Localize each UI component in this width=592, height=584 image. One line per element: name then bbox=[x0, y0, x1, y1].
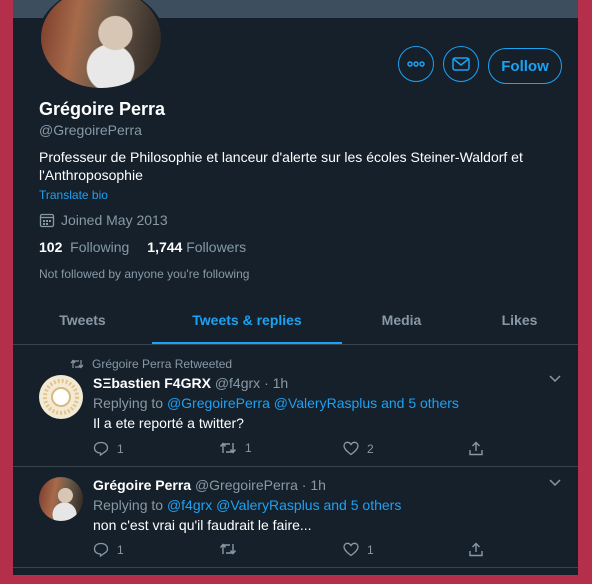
profile-name: Grégoire Perra bbox=[39, 99, 166, 119]
avatar[interactable] bbox=[39, 477, 83, 521]
replying-to-users[interactable]: @f4grx @ValeryRasplus and 5 others bbox=[167, 497, 401, 513]
reply-count: 1 bbox=[117, 441, 124, 456]
follow-stats: 102 Following 1,744 Followers bbox=[39, 239, 246, 255]
like-button[interactable]: 2 bbox=[343, 441, 374, 456]
envelope-icon bbox=[452, 57, 470, 71]
tweet-header: Grégoire Perra @GregoirePerra · 1h bbox=[93, 477, 326, 493]
reply-button[interactable]: 1 bbox=[93, 542, 124, 557]
followers-label: Followers bbox=[186, 239, 247, 255]
tab-tweets[interactable]: Tweets bbox=[13, 296, 152, 344]
following-count: 102 bbox=[39, 239, 63, 255]
calendar-icon bbox=[39, 213, 55, 228]
tweet-time[interactable]: · 1h bbox=[302, 477, 326, 493]
share-button[interactable] bbox=[469, 542, 483, 557]
profile-tabs: Tweets Tweets & replies Media Likes bbox=[13, 296, 578, 345]
like-count: 2 bbox=[367, 441, 374, 456]
following-label: Following bbox=[70, 239, 130, 255]
replying-to-label: Replying to bbox=[93, 395, 164, 411]
ellipsis-icon bbox=[407, 61, 425, 67]
follow-button[interactable]: Follow bbox=[488, 48, 562, 84]
reply-button[interactable]: 1 bbox=[93, 441, 124, 456]
tab-media[interactable]: Media bbox=[342, 296, 461, 344]
tweet-text: Il a ete reporté a twitter? bbox=[93, 415, 244, 431]
following-link[interactable]: 102 Following bbox=[39, 239, 129, 255]
share-button[interactable] bbox=[469, 441, 483, 456]
replying-to: Replying to @GregoirePerra @ValeryRasplu… bbox=[93, 395, 459, 411]
tweet[interactable]: Grégoire Perra Retweeted SΞbastien F4GRX… bbox=[13, 345, 578, 467]
share-icon bbox=[469, 542, 483, 557]
profile-handle: @GregoirePerra bbox=[39, 122, 142, 138]
retweet-button[interactable]: 1 bbox=[219, 441, 252, 455]
replying-to: Replying to @f4grx @ValeryRasplus and 5 … bbox=[93, 497, 401, 513]
followers-count: 1,744 bbox=[147, 239, 183, 255]
joined-date: Joined May 2013 bbox=[39, 212, 168, 228]
tab-likes[interactable]: Likes bbox=[461, 296, 578, 344]
retweet-count: 1 bbox=[245, 441, 252, 455]
like-count: 1 bbox=[367, 542, 374, 557]
followers-link[interactable]: 1,744 Followers bbox=[147, 239, 246, 255]
reply-icon bbox=[93, 542, 109, 557]
translate-bio-link[interactable]: Translate bio bbox=[39, 188, 108, 202]
tweet-header: SΞbastien F4GRX @f4grx · 1h bbox=[93, 375, 288, 391]
profile-page: Follow Grégoire Perra @GregoirePerra Pro… bbox=[13, 0, 578, 575]
retweet-context-text: Grégoire Perra Retweeted bbox=[92, 357, 233, 371]
heart-icon bbox=[343, 542, 359, 557]
avatar[interactable] bbox=[39, 375, 83, 419]
chevron-down-icon[interactable] bbox=[549, 375, 561, 383]
heart-icon bbox=[343, 441, 359, 456]
profile-avatar[interactable] bbox=[37, 0, 165, 92]
like-button[interactable]: 1 bbox=[343, 542, 374, 557]
not-followed-note: Not followed by anyone you're following bbox=[39, 267, 250, 281]
tweet-handle[interactable]: @GregoirePerra bbox=[195, 477, 298, 493]
reply-icon bbox=[93, 441, 109, 456]
more-options-button[interactable] bbox=[398, 46, 434, 82]
tweet-text: non c'est vrai qu'il faudrait le faire..… bbox=[93, 517, 312, 533]
retweet-button[interactable] bbox=[219, 542, 245, 556]
retweet-context: Grégoire Perra Retweeted bbox=[70, 357, 232, 371]
avatar-pattern bbox=[43, 379, 79, 415]
share-icon bbox=[469, 441, 483, 456]
tab-tweets-replies[interactable]: Tweets & replies bbox=[152, 296, 342, 344]
reply-count: 1 bbox=[117, 542, 124, 557]
profile-bio: Professeur de Philosophie et lanceur d'a… bbox=[39, 149, 523, 183]
replying-to-label: Replying to bbox=[93, 497, 164, 513]
retweet-icon bbox=[70, 359, 84, 369]
message-button[interactable] bbox=[443, 46, 479, 82]
tweet-author[interactable]: Grégoire Perra bbox=[93, 477, 191, 493]
tweet-time[interactable]: · 1h bbox=[264, 375, 288, 391]
tweet[interactable]: Grégoire Perra @GregoirePerra · 1h Reply… bbox=[13, 467, 578, 568]
chevron-down-icon[interactable] bbox=[549, 479, 561, 487]
tweet-author[interactable]: SΞbastien F4GRX bbox=[93, 375, 211, 391]
retweet-icon bbox=[219, 543, 237, 555]
retweet-icon bbox=[219, 442, 237, 454]
replying-to-users[interactable]: @GregoirePerra @ValeryRasplus and 5 othe… bbox=[167, 395, 459, 411]
joined-text: Joined May 2013 bbox=[61, 212, 168, 228]
active-tab-indicator bbox=[152, 342, 342, 344]
tweet-handle[interactable]: @f4grx bbox=[215, 375, 260, 391]
